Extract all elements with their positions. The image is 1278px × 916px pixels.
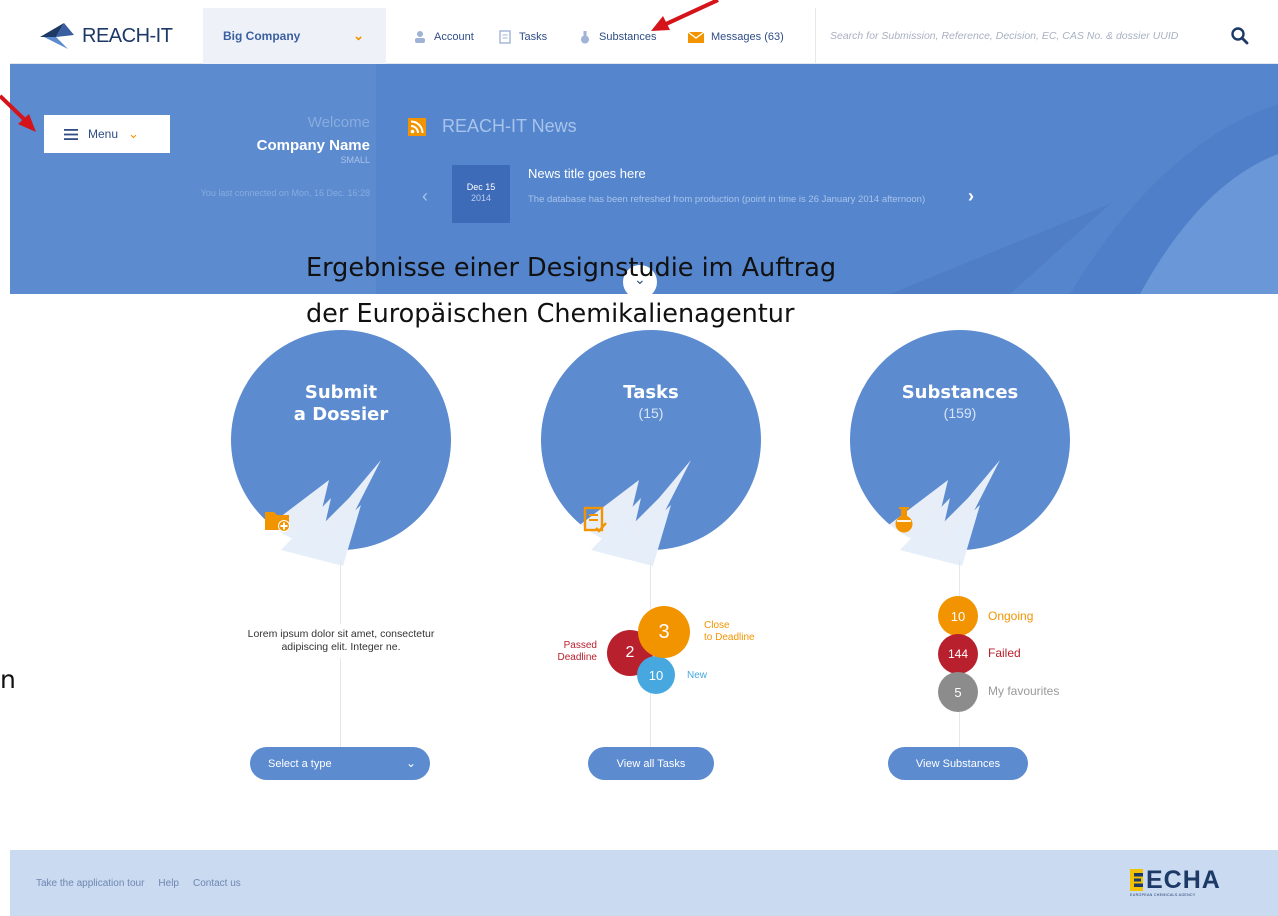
submit-dossier-card: Submit a Dossier Lorem ipsum dolor sit a…	[221, 330, 461, 800]
hamburger-icon	[64, 128, 78, 140]
substances-card: Substances (159) 10 144 5 Ongoing Failed…	[840, 330, 1080, 800]
view-substances-label: View Substances	[915, 757, 1001, 770]
card-title: Tasks	[623, 382, 679, 403]
welcome-panel: Welcome Company Name SMALL You last conn…	[200, 114, 370, 199]
passed-deadline-label-line-2: Deadline	[557, 652, 597, 663]
envelope-icon	[688, 31, 704, 43]
help-link[interactable]: Help	[158, 878, 179, 889]
select-type-dropdown[interactable]: Select a type ⌄	[250, 747, 430, 780]
overlay-caption-line-1: Ergebnisse einer Designstudie im Auftrag	[306, 253, 837, 283]
passed-deadline-label-line-1: Passed	[563, 640, 597, 651]
passed-deadline-label: Passed Deadline	[537, 640, 597, 664]
overlay-caption: Ergebnisse einer Designstudie im Auftrag…	[306, 245, 986, 337]
footer: Take the application tour Help Contact u…	[10, 850, 1278, 916]
top-navigation-bar: REACH-IT Big Company ⌄ Account Tasks Sub…	[10, 8, 1278, 64]
tasks-card: Tasks (15) 2 10 3 Passed Deadline Close …	[531, 330, 771, 800]
flask-icon	[895, 507, 913, 533]
failed-label: Failed	[988, 646, 1021, 660]
footer-links: Take the application tour Help Contact u…	[36, 878, 241, 889]
new-label: New	[687, 670, 708, 681]
card-title: Submit a Dossier	[221, 382, 461, 426]
page: REACH-IT Big Company ⌄ Account Tasks Sub…	[0, 0, 1278, 916]
card-circle	[850, 330, 1070, 566]
folder-add-icon	[265, 512, 290, 532]
company-selector-label: Big Company	[223, 29, 301, 43]
close-to-deadline-count[interactable]: 3	[638, 606, 690, 658]
logo-text: REACH-IT	[82, 24, 173, 47]
nav-tasks[interactable]: Tasks	[498, 27, 547, 47]
new-count[interactable]: 10	[637, 656, 675, 694]
contact-link[interactable]: Contact us	[193, 878, 241, 889]
flask-icon	[581, 31, 589, 44]
welcome-text: Welcome	[307, 114, 370, 131]
nav-substances[interactable]: Substances	[578, 27, 656, 47]
echa-subtitle: EUROPEAN CHEMICALS AGENCY	[1130, 893, 1196, 897]
company-name: Company Name	[256, 137, 370, 154]
card-count: (159)	[943, 405, 977, 421]
submit-description: Lorem ipsum dolor sit amet, consectetur …	[241, 624, 441, 658]
select-type-label: Select a type	[268, 757, 332, 770]
close-to-deadline-label: Close to Deadline	[704, 620, 755, 644]
search-input[interactable]	[830, 30, 1230, 42]
clipboard-icon	[499, 30, 511, 44]
echa-logo-text: ECHA	[1146, 866, 1221, 894]
task-list-icon	[583, 506, 607, 533]
chevron-down-icon: ⌄	[405, 756, 416, 770]
chevron-down-icon: ⌄	[353, 28, 364, 43]
favourites-label: My favourites	[988, 684, 1060, 698]
news-next-arrow-icon[interactable]: ›	[968, 186, 974, 207]
menu-label: Menu	[88, 127, 119, 141]
echa-logo[interactable]: ECHA EUROPEAN CHEMICALS AGENCY	[1130, 862, 1260, 902]
last-connected: You last connected on Mon, 16 Dec. 16:28	[200, 188, 370, 198]
news-date-year: 2014	[470, 193, 492, 203]
failed-count[interactable]: 144	[938, 634, 978, 674]
nav-messages[interactable]: Messages (63)	[688, 27, 784, 47]
news-title[interactable]: News title goes here	[528, 166, 646, 181]
chevron-down-icon: ⌄	[128, 126, 139, 141]
news-heading-text: REACH-IT News	[442, 116, 577, 136]
card-count: (15)	[638, 405, 664, 421]
close-to-deadline-label-line-1: Close	[704, 620, 730, 631]
search-icon[interactable]	[1230, 26, 1250, 46]
card-title: Substances	[901, 382, 1019, 403]
view-substances-button[interactable]: View Substances	[888, 747, 1028, 780]
reach-it-bird-icon	[40, 23, 74, 49]
favourites-count[interactable]: 5	[938, 672, 978, 712]
view-all-tasks-button[interactable]: View all Tasks	[588, 747, 714, 780]
card-title-line-2: a Dossier	[293, 404, 389, 425]
reach-it-logo[interactable]: REACH-IT	[38, 20, 173, 52]
company-selector[interactable]: Big Company ⌄	[203, 8, 386, 64]
card-circle	[541, 330, 761, 566]
nav-account[interactable]: Account	[413, 27, 474, 47]
user-icon	[415, 31, 425, 43]
news-date-badge: Dec 15 2014	[452, 165, 510, 223]
nav-substances-label: Substances	[599, 31, 657, 43]
ongoing-label: Ongoing	[988, 609, 1034, 623]
nav-tasks-label: Tasks	[519, 31, 548, 43]
news-body: The database has been refreshed from pro…	[528, 194, 926, 205]
echa-mark-icon	[1130, 869, 1143, 891]
news-previous-arrow-icon[interactable]: ‹	[422, 186, 428, 207]
close-to-deadline-label-line-2: to Deadline	[704, 632, 755, 643]
ongoing-count[interactable]: 10	[938, 596, 978, 636]
view-all-tasks-label: View all Tasks	[616, 757, 686, 770]
card-circle	[231, 330, 451, 566]
nav-messages-label: Messages (63)	[711, 31, 784, 43]
rss-icon	[408, 117, 426, 136]
card-title-line-1: Submit	[304, 382, 378, 403]
news-heading: REACH-IT News	[408, 116, 577, 137]
stray-caption-char: n	[0, 665, 16, 694]
nav-account-label: Account	[434, 31, 474, 43]
company-size: SMALL	[340, 155, 370, 165]
news-date-day: Dec 15	[466, 182, 496, 192]
application-tour-link[interactable]: Take the application tour	[36, 878, 144, 889]
search-bar	[815, 8, 1278, 64]
menu-button[interactable]: Menu ⌄	[44, 115, 170, 153]
